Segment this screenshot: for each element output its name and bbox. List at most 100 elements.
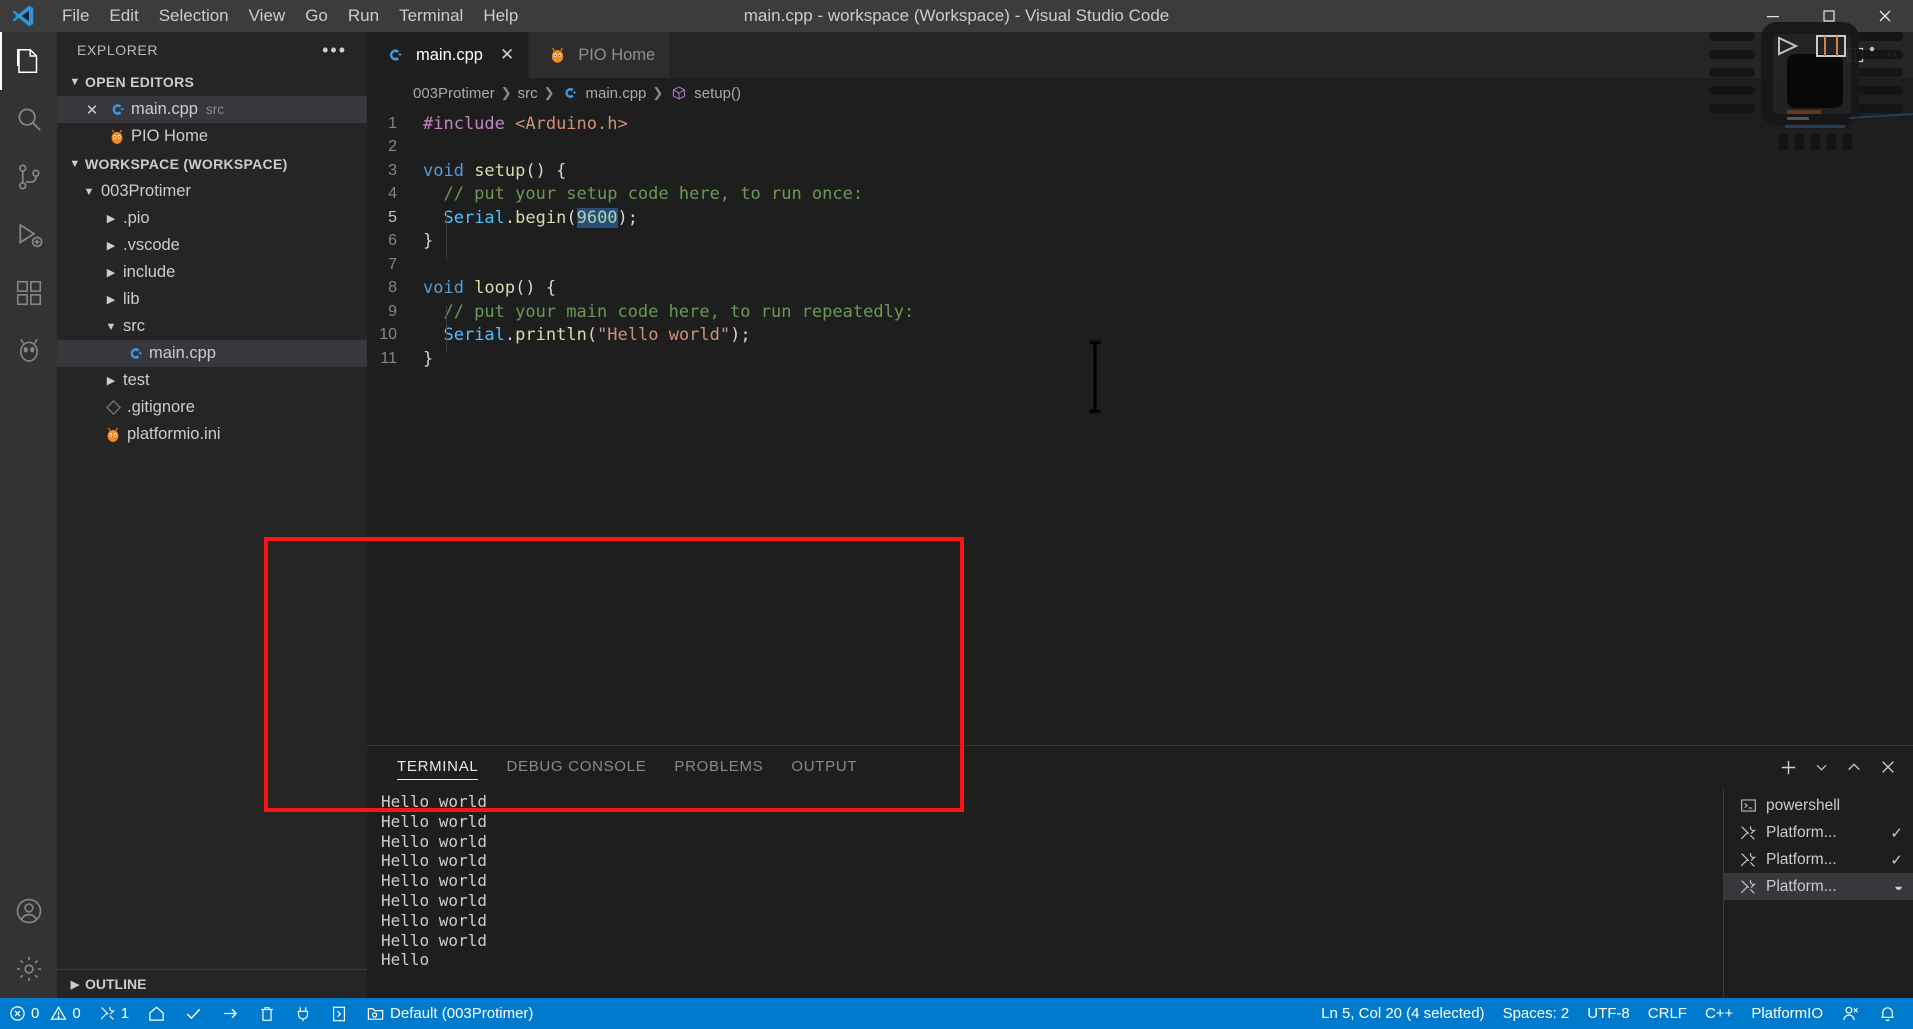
status-pio-upload[interactable] [212,998,249,1029]
activity-item-run-and-debug[interactable] [0,206,57,264]
breadcrumb-item-main-cpp[interactable]: main.cpp [561,85,646,102]
section-open-editors[interactable]: ▼ OPEN EDITORS [57,68,367,96]
terminal-item-platformio-2[interactable]: Platform... ✓ [1724,846,1913,873]
code-editor[interactable]: 1 #include <Arduino.h> 2 3 void setup() {4 /… [367,108,1913,745]
tree-label: .gitignore [127,398,195,416]
status-pio-project-env[interactable]: Default (003Protimer) [357,998,542,1029]
minimize-button[interactable] [1745,0,1801,32]
editor-more-actions-icon[interactable] [1879,45,1899,65]
maximize-button[interactable] [1801,0,1857,32]
section-outline[interactable]: ▶ OUTLINE [57,970,367,998]
code-line[interactable]: 4 // put your setup code here, to run on… [367,183,1913,207]
menu-go[interactable]: Go [295,0,338,32]
tab-close-icon[interactable]: ✕ [500,45,514,65]
tree-item-include[interactable]: ▶ include [57,259,367,286]
code-token: loop [474,278,516,299]
code-token: println [515,325,587,346]
tree-item-pio[interactable]: ▶ .pio [57,205,367,232]
status-send-feedback[interactable] [1832,998,1869,1029]
open-editor-item-pio-home[interactable]: PIO Home [57,123,367,150]
status-problems[interactable]: 0 0 [0,998,90,1029]
terminal-output[interactable]: Hello world Hello world Hello world Hell… [367,788,1723,998]
status-platformio-tasks[interactable]: 1 [90,998,138,1029]
code-line[interactable]: 2 [367,136,1913,160]
menu-run[interactable]: Run [338,0,389,32]
tree-label: test [123,371,150,389]
status-editor-indentation[interactable]: Spaces: 2 [1494,998,1579,1029]
close-icon[interactable] [1879,758,1897,776]
tree-item-platformio-ini[interactable]: platformio.ini [57,421,367,448]
status-editor-language[interactable]: C++ [1696,998,1742,1029]
chevron-down-icon[interactable] [1814,760,1829,775]
activity-item-explorer[interactable] [0,32,57,90]
breadcrumb-item-setup[interactable]: setup() [669,85,741,102]
status-tasks-count: 1 [120,1005,130,1022]
status-editor-encoding[interactable]: UTF-8 [1578,998,1639,1029]
tab-main-cpp[interactable]: main.cpp ✕ [367,32,530,78]
panel-tab-problems[interactable]: PROBLEMS [660,746,777,788]
activity-item-manage-gear[interactable] [0,940,57,998]
code-line[interactable]: 10 Serial.println("Hello world"); [367,324,1913,348]
activity-item-extensions[interactable] [0,264,57,322]
breadcrumb-item-003protimer[interactable]: 003Protimer [413,85,495,102]
close-button[interactable] [1857,0,1913,32]
status-pio-clean[interactable] [249,998,285,1029]
plus-icon[interactable] [1779,758,1798,777]
status-editor-eol[interactable]: CRLF [1639,998,1696,1029]
code-line[interactable]: 6} [367,230,1913,254]
menu-terminal[interactable]: Terminal [389,0,473,32]
menu-help[interactable]: Help [473,0,528,32]
code-line[interactable]: 9 // put your main code here, to run rep… [367,300,1913,324]
activity-item-accounts[interactable] [0,882,57,940]
code-token: <Arduino.h> [515,113,628,134]
sidebar-more-actions-icon[interactable]: ••• [322,41,347,59]
status-platformio[interactable]: PlatformIO [1742,998,1832,1029]
close-icon[interactable]: ✕ [79,101,105,119]
tree-item-gitignore[interactable]: .gitignore [57,394,367,421]
breadcrumb-item-src[interactable]: src [518,85,538,102]
window-controls [1745,0,1913,32]
status-pio-home[interactable] [138,998,175,1029]
code-token: begin [515,207,567,228]
tab-pio-home[interactable]: PIO Home [529,32,671,78]
editor-group: main.cpp ✕ PIO Home 003Protimer ❯ src ❯ … [367,32,1913,998]
code-line[interactable]: 1 #include <Arduino.h> [367,112,1913,136]
code-line[interactable]: 5 Serial.begin(9600); [367,206,1913,230]
status-pio-new-terminal[interactable] [321,998,357,1029]
section-workspace[interactable]: ▼ WORKSPACE (WORKSPACE) [57,150,367,178]
tree-item-main-cpp[interactable]: main.cpp [57,340,367,367]
split-editor-icon[interactable] [1845,45,1865,65]
tree-item-vscode[interactable]: ▶ .vscode [57,232,367,259]
menu-view[interactable]: View [239,0,296,32]
status-pio-serial-monitor[interactable] [285,998,321,1029]
status-notifications[interactable] [1869,998,1913,1029]
menu-edit[interactable]: Edit [99,0,148,32]
code-line[interactable]: 7 [367,253,1913,277]
panel-tab-terminal[interactable]: TERMINAL [383,746,492,788]
menu-selection[interactable]: Selection [149,0,239,32]
menu-file[interactable]: File [52,0,99,32]
tree-item-test[interactable]: ▶ test [57,367,367,394]
terminal-item-platformio-3[interactable]: Platform... ◒ [1724,873,1913,900]
tree-item-src[interactable]: ▼ src [57,313,367,340]
code-selection: 9600 [576,207,618,228]
code-line[interactable]: 3 void setup() { [367,159,1913,183]
activity-item-source-control[interactable] [0,148,57,206]
open-editor-item-main-cpp[interactable]: ✕ main.cpp src [57,96,367,123]
terminal-item-platformio-1[interactable]: Platform... ✓ [1724,819,1913,846]
cpp-file-icon [561,85,580,101]
chevron-up-icon[interactable] [1845,758,1863,776]
tree-item-003protimer[interactable]: ▼ 003Protimer [57,178,367,205]
code-line-text: void loop() { [423,278,556,298]
activity-item-search[interactable] [0,90,57,148]
code-line[interactable]: 8 void loop() { [367,277,1913,301]
tree-item-lib[interactable]: ▶ lib [57,286,367,313]
activity-item-platformio[interactable] [0,322,57,380]
status-editor-position[interactable]: Ln 5, Col 20 (4 selected) [1312,998,1493,1029]
terminal-item-powershell[interactable]: powershell [1724,792,1913,819]
status-bar-right: Ln 5, Col 20 (4 selected) Spaces: 2 UTF-… [1312,998,1913,1029]
panel-tab-debug-console[interactable]: DEBUG CONSOLE [492,746,660,788]
status-pio-build[interactable] [175,998,212,1029]
panel-tab-output[interactable]: OUTPUT [777,746,871,788]
code-line[interactable]: 11} [367,347,1913,371]
